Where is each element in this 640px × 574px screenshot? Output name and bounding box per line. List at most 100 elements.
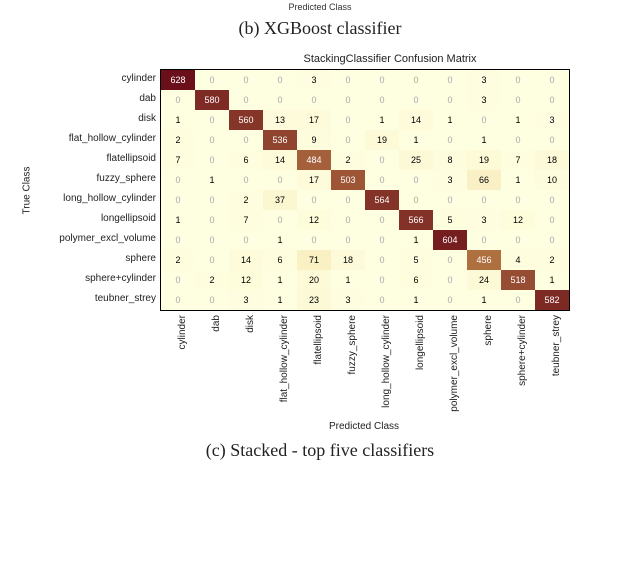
matrix-cell: 0 — [535, 130, 569, 150]
matrix-cell: 0 — [501, 190, 535, 210]
matrix-cell: 1 — [501, 170, 535, 190]
matrix-cell: 0 — [161, 190, 195, 210]
xtick-label: dab — [194, 311, 228, 421]
matrix-cell: 0 — [161, 90, 195, 110]
matrix-cell: 0 — [161, 270, 195, 290]
matrix-cell: 23 — [297, 290, 331, 310]
matrix-cell: 10 — [535, 170, 569, 190]
matrix-cell: 0 — [297, 90, 331, 110]
matrix-cell: 0 — [263, 210, 297, 230]
matrix-cell: 1 — [433, 110, 467, 130]
matrix-cell: 0 — [433, 290, 467, 310]
matrix-row: 62800030000300 — [161, 70, 569, 90]
matrix-cell: 0 — [229, 90, 263, 110]
matrix-cell: 1 — [365, 110, 399, 130]
matrix-cell: 71 — [297, 250, 331, 270]
xtick-label: flatellipsoid — [296, 311, 330, 421]
matrix-row: 05800000000300 — [161, 90, 569, 110]
matrix-cell: 0 — [195, 150, 229, 170]
matrix-cell: 1 — [263, 290, 297, 310]
matrix-cell: 7 — [161, 150, 195, 170]
matrix-row: 002370056400000 — [161, 190, 569, 210]
matrix-cell: 0 — [433, 270, 467, 290]
matrix-cell: 0 — [195, 210, 229, 230]
matrix-cell: 484 — [297, 150, 331, 170]
matrix-row: 20146711805045642 — [161, 250, 569, 270]
matrix-cell: 0 — [399, 170, 433, 190]
matrix-cell: 5 — [433, 210, 467, 230]
matrix-cell: 0 — [297, 190, 331, 210]
matrix-cell: 0 — [229, 230, 263, 250]
chart-title: StackingClassifier Confusion Matrix — [20, 53, 620, 65]
ytick-label: teubner_strey — [34, 289, 160, 309]
matrix-cell: 0 — [229, 170, 263, 190]
matrix-row: 00010001604000 — [161, 230, 569, 250]
matrix-cell: 19 — [467, 150, 501, 170]
matrix-cell: 14 — [229, 250, 263, 270]
matrix-cell: 3 — [331, 290, 365, 310]
matrix-cell: 2 — [161, 250, 195, 270]
matrix-cell: 564 — [365, 190, 399, 210]
matrix-cell: 0 — [365, 90, 399, 110]
matrix-cell: 3 — [535, 110, 569, 130]
matrix-cell: 0 — [467, 230, 501, 250]
ytick-label: fuzzy_sphere — [34, 169, 160, 189]
matrix-cell: 0 — [195, 290, 229, 310]
matrix-cell: 37 — [263, 190, 297, 210]
matrix-cell: 0 — [161, 230, 195, 250]
matrix-cell: 0 — [161, 290, 195, 310]
matrix-cell: 0 — [433, 70, 467, 90]
matrix-cell: 0 — [501, 290, 535, 310]
matrix-cell: 0 — [535, 90, 569, 110]
matrix-cell: 0 — [195, 70, 229, 90]
xtick-label: longellipsoid — [398, 311, 432, 421]
matrix-cell: 604 — [433, 230, 467, 250]
confusion-matrix-chart: StackingClassifier Confusion Matrix True… — [20, 53, 620, 432]
matrix-cell: 17 — [297, 110, 331, 130]
matrix-cell: 3 — [467, 210, 501, 230]
matrix-cell: 3 — [433, 170, 467, 190]
matrix-cell: 456 — [467, 250, 501, 270]
matrix-cell: 0 — [433, 90, 467, 110]
matrix-cell: 3 — [229, 290, 263, 310]
matrix-cell: 19 — [365, 130, 399, 150]
matrix-cell: 0 — [365, 230, 399, 250]
matrix-cell: 2 — [331, 150, 365, 170]
matrix-cell: 0 — [195, 250, 229, 270]
xtick-label: long_hollow_cylinder — [364, 311, 398, 421]
matrix-cell: 0 — [433, 250, 467, 270]
xtick-row: cylinderdabdiskflat_hollow_cylinderflate… — [160, 311, 620, 421]
matrix-cell: 560 — [229, 110, 263, 130]
matrix-cell: 8 — [433, 150, 467, 170]
matrix-cell: 2 — [229, 190, 263, 210]
matrix-cell: 0 — [195, 190, 229, 210]
matrix-cell: 0 — [433, 130, 467, 150]
matrix-cell: 14 — [263, 150, 297, 170]
matrix-cell: 2 — [535, 250, 569, 270]
matrix-cell: 0 — [535, 190, 569, 210]
matrix-cell: 1 — [535, 270, 569, 290]
matrix-cell: 0 — [365, 70, 399, 90]
matrix-cell: 0 — [501, 130, 535, 150]
xtick-label: polymer_excl_volume — [432, 311, 466, 421]
matrix-cell: 12 — [501, 210, 535, 230]
matrix-cell: 1 — [161, 110, 195, 130]
caption-b: (b) XGBoost classifier — [0, 18, 640, 39]
ytick-label: polymer_excl_volume — [34, 229, 160, 249]
matrix-cell: 0 — [433, 190, 467, 210]
ytick-column: cylinderdabdiskflat_hollow_cylinderflate… — [34, 69, 160, 311]
matrix-cell: 1 — [399, 130, 433, 150]
matrix-cell: 18 — [535, 150, 569, 170]
matrix-cell: 1 — [331, 270, 365, 290]
matrix-cell: 0 — [501, 70, 535, 90]
matrix-cell: 6 — [263, 250, 297, 270]
matrix-row: 1070120056653120 — [161, 210, 569, 230]
matrix-cell: 0 — [535, 230, 569, 250]
matrix-cell: 12 — [229, 270, 263, 290]
matrix-cell: 18 — [331, 250, 365, 270]
ylabel: True Class — [22, 166, 33, 214]
xtick-label: flat_hollow_cylinder — [262, 311, 296, 421]
matrix-cell: 4 — [501, 250, 535, 270]
matrix-cell: 20 — [297, 270, 331, 290]
matrix-cell: 0 — [535, 210, 569, 230]
